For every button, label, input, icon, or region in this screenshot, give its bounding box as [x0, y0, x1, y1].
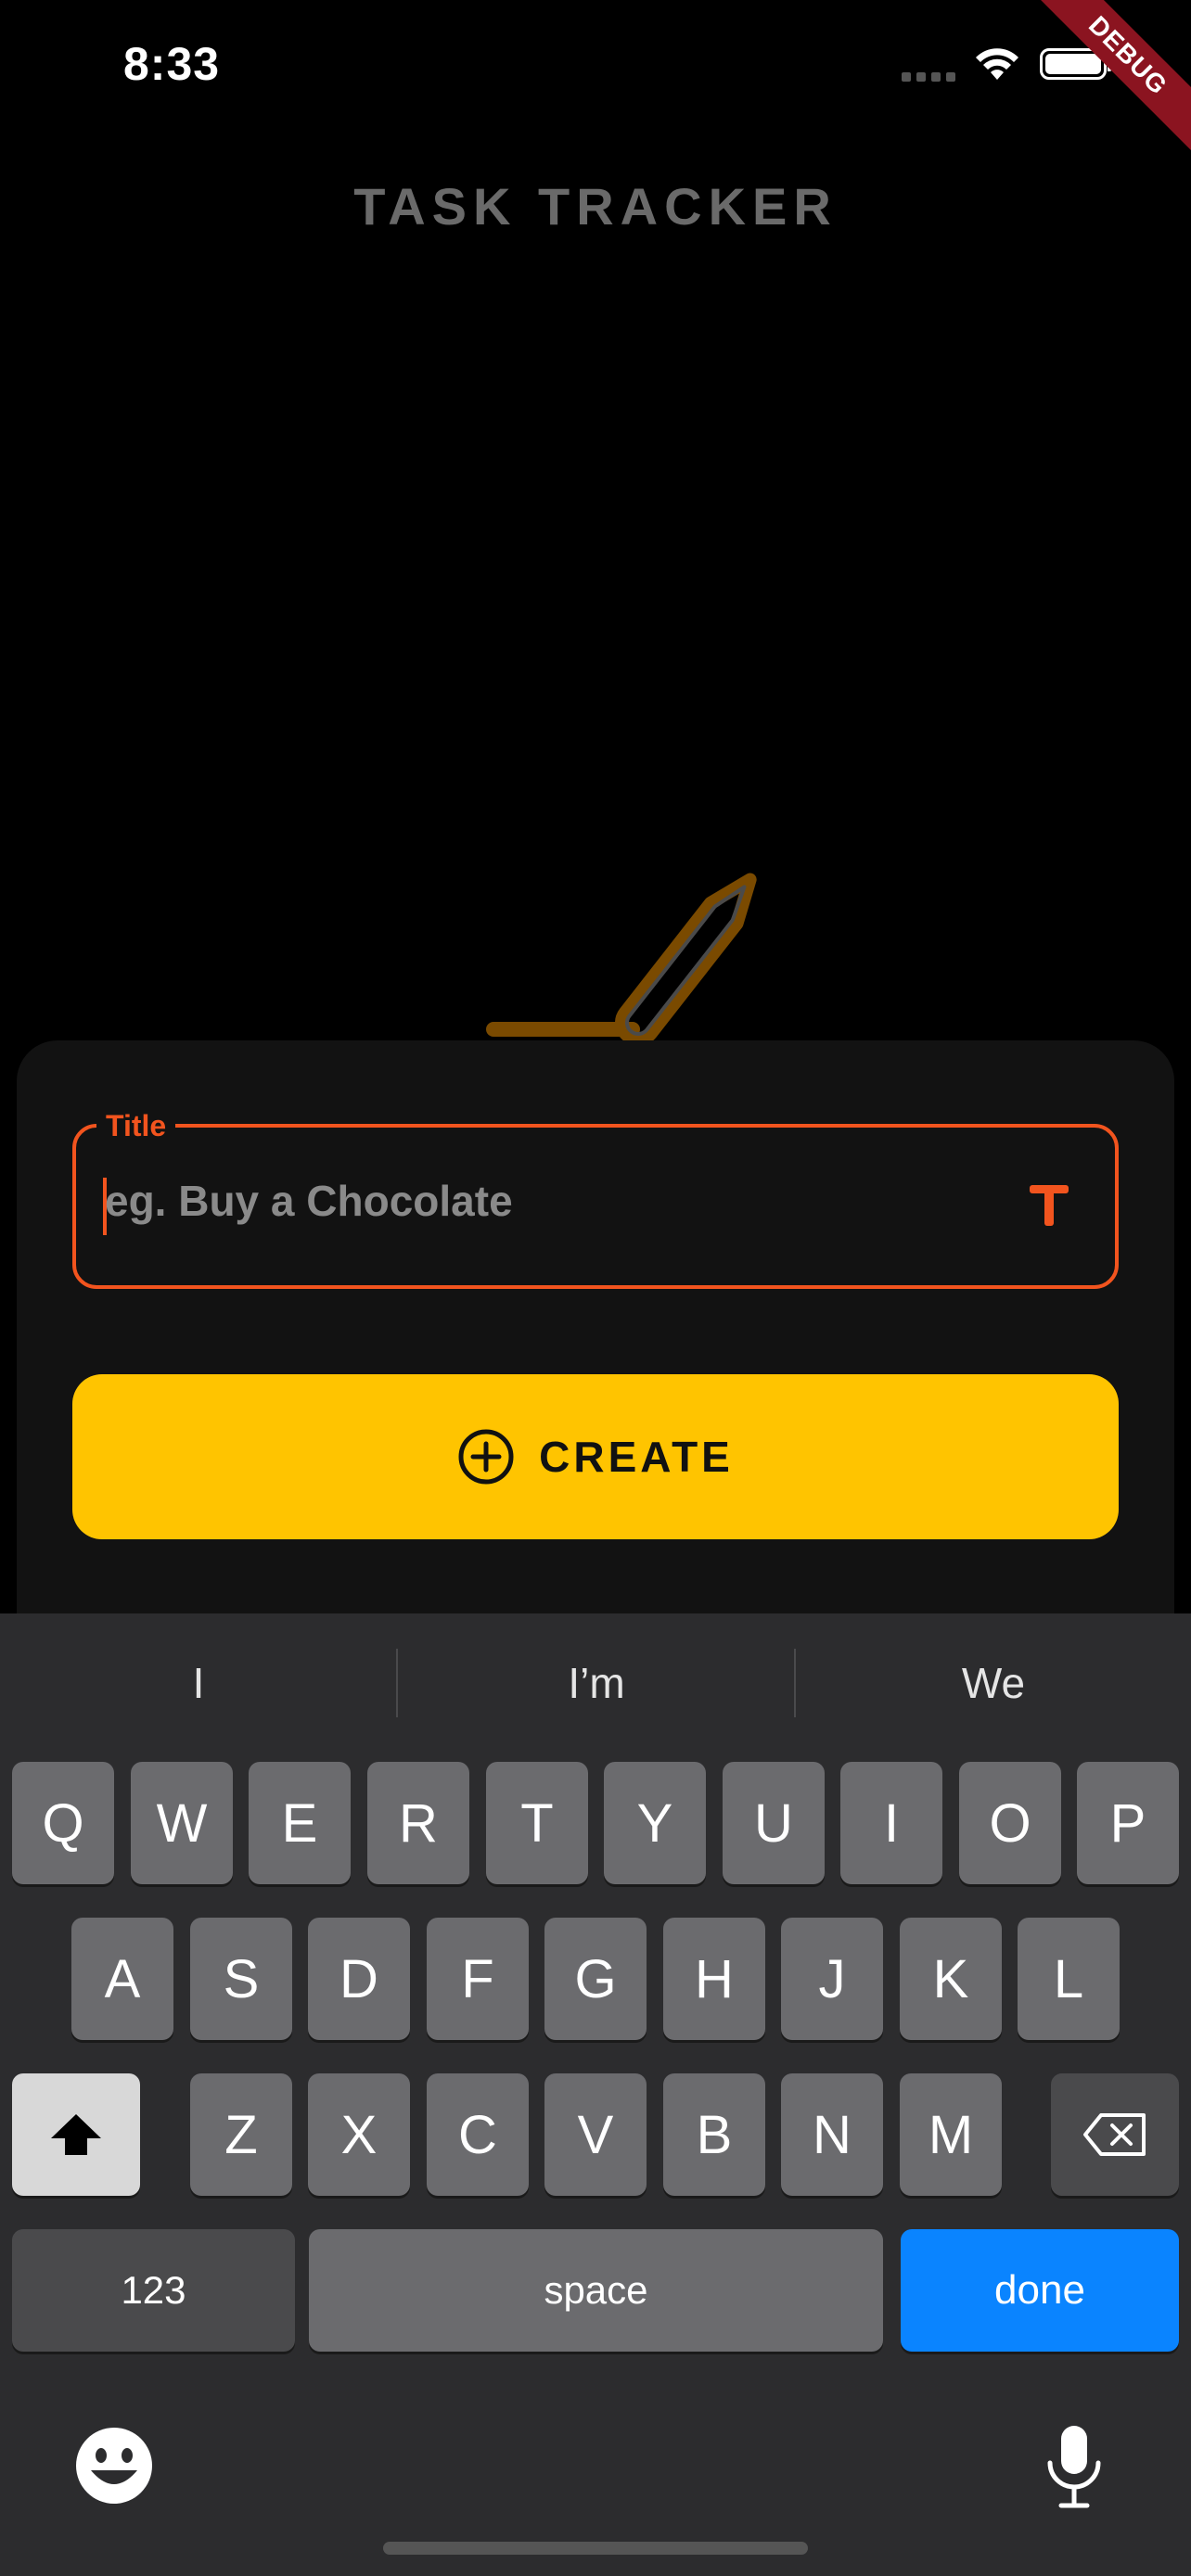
key-t[interactable]: T	[486, 1762, 588, 1884]
key-o[interactable]: O	[959, 1762, 1061, 1884]
key-x[interactable]: X	[308, 2073, 410, 2196]
key-w[interactable]: W	[131, 1762, 233, 1884]
key-j[interactable]: J	[781, 1918, 883, 2040]
suggestion-2[interactable]: I’m	[399, 1632, 794, 1734]
key-i[interactable]: I	[840, 1762, 942, 1884]
done-key[interactable]: done	[901, 2229, 1179, 2352]
key-l[interactable]: L	[1018, 1918, 1120, 2040]
key-k[interactable]: K	[900, 1918, 1002, 2040]
key-h[interactable]: H	[663, 1918, 765, 2040]
key-a[interactable]: A	[71, 1918, 173, 2040]
page-title: TASK TRACKER	[353, 177, 838, 236]
key-d[interactable]: D	[308, 1918, 410, 2040]
microphone-icon[interactable]	[1044, 2422, 1104, 2511]
shift-icon	[51, 2114, 101, 2155]
wifi-icon	[976, 48, 1018, 80]
key-v[interactable]: V	[544, 2073, 647, 2196]
suggestion-1[interactable]: I	[0, 1632, 397, 1734]
space-key[interactable]: space	[309, 2229, 883, 2352]
cellular-signal-icon	[902, 72, 957, 82]
key-f[interactable]: F	[427, 1918, 529, 2040]
key-u[interactable]: U	[723, 1762, 825, 1884]
create-button[interactable]: CREATE	[72, 1374, 1119, 1539]
home-indicator	[383, 2542, 808, 2555]
key-e[interactable]: E	[249, 1762, 351, 1884]
status-time: 8:33	[123, 38, 221, 90]
emoji-icon[interactable]	[74, 2426, 154, 2506]
pencil-icon	[486, 873, 757, 1043]
key-c[interactable]: C	[427, 2073, 529, 2196]
create-button-label: CREATE	[539, 1433, 734, 1481]
title-input-placeholder: eg. Buy a Chocolate	[105, 1177, 513, 1225]
key-p[interactable]: P	[1077, 1762, 1179, 1884]
key-n[interactable]: N	[781, 2073, 883, 2196]
key-m[interactable]: M	[900, 2073, 1002, 2196]
suggestion-3[interactable]: We	[796, 1632, 1191, 1734]
debug-banner-label: DEBUG	[1024, 0, 1191, 167]
add-circle-icon	[458, 1429, 514, 1485]
key-g[interactable]: G	[544, 1918, 647, 2040]
shift-key[interactable]	[12, 2073, 140, 2196]
key-b[interactable]: B	[663, 2073, 765, 2196]
key-z[interactable]: Z	[190, 2073, 292, 2196]
backspace-icon	[1083, 2113, 1146, 2156]
key-y[interactable]: Y	[604, 1762, 706, 1884]
key-r[interactable]: R	[367, 1762, 469, 1884]
key-s[interactable]: S	[190, 1918, 292, 2040]
suggestion-divider	[396, 1649, 398, 1717]
backspace-key[interactable]	[1051, 2073, 1179, 2196]
text-icon	[1030, 1185, 1069, 1226]
key-q[interactable]: Q	[12, 1762, 114, 1884]
debug-banner: DEBUG	[1024, 0, 1191, 167]
numbers-key[interactable]: 123	[12, 2229, 295, 2352]
title-input-label: Title	[96, 1109, 176, 1143]
